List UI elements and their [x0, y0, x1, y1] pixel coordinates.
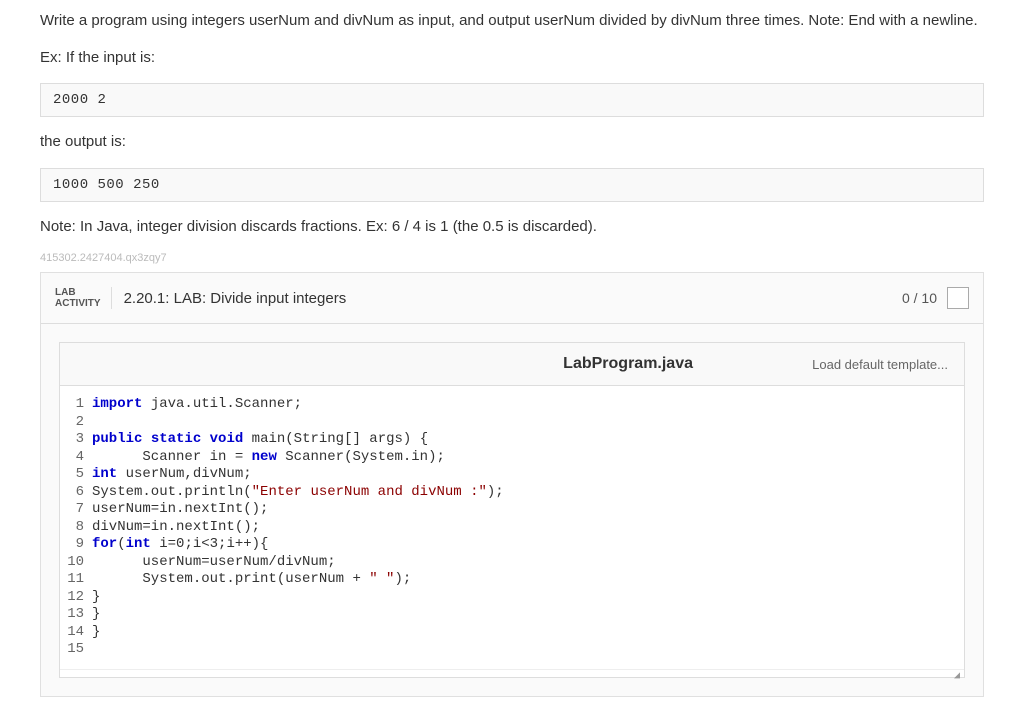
editor-resize-handle[interactable]: ◢ — [60, 669, 964, 677]
load-default-template-button[interactable]: Load default template... — [812, 357, 948, 372]
code-content[interactable]: } — [92, 624, 100, 642]
editor-line[interactable]: 6System.out.println("Enter userNum and d… — [60, 484, 964, 502]
code-content[interactable]: } — [92, 589, 100, 607]
editor-line[interactable]: 3public static void main(String[] args) … — [60, 431, 964, 449]
instruction-p1: Write a program using integers userNum a… — [40, 10, 984, 33]
lab-panel: LAB ACTIVITY 2.20.1: LAB: Divide input i… — [40, 272, 984, 697]
editor-filename: LabProgram.java — [444, 355, 812, 373]
line-number: 9 — [60, 536, 92, 554]
code-content[interactable]: System.out.print(userNum + " "); — [92, 571, 411, 589]
input-example-box: 2000 2 — [40, 83, 984, 117]
line-number: 11 — [60, 571, 92, 589]
code-content[interactable]: int userNum,divNum; — [92, 466, 252, 484]
editor-wrap: LabProgram.java Load default template...… — [41, 324, 983, 696]
line-number: 2 — [60, 414, 92, 432]
lab-tag-line1: LAB — [55, 287, 101, 298]
line-number: 4 — [60, 449, 92, 467]
code-content[interactable]: for(int i=0;i<3;i++){ — [92, 536, 268, 554]
editor-line[interactable]: 9for(int i=0;i<3;i++){ — [60, 536, 964, 554]
line-number: 15 — [60, 641, 92, 659]
lab-title: 2.20.1: LAB: Divide input integers — [124, 287, 902, 309]
output-example-box: 1000 500 250 — [40, 168, 984, 202]
lab-score-text: 0 / 10 — [902, 290, 937, 306]
editor-line[interactable]: 11 System.out.print(userNum + " "); — [60, 571, 964, 589]
editor-line[interactable]: 13} — [60, 606, 964, 624]
line-number: 10 — [60, 554, 92, 572]
editor-line[interactable]: 2 — [60, 414, 964, 432]
editor-line[interactable]: 12} — [60, 589, 964, 607]
instruction-p4: Note: In Java, integer division discards… — [40, 216, 984, 239]
watermark-text: 415302.2427404.qx3zqy7 — [40, 252, 984, 264]
lab-score-block: 0 / 10 — [902, 287, 969, 309]
line-number: 14 — [60, 624, 92, 642]
line-number: 13 — [60, 606, 92, 624]
code-content[interactable]: divNum=in.nextInt(); — [92, 519, 260, 537]
code-content[interactable]: userNum=userNum/divNum; — [92, 554, 336, 572]
code-content[interactable]: import java.util.Scanner; — [92, 396, 302, 414]
line-number: 5 — [60, 466, 92, 484]
score-checkbox[interactable] — [947, 287, 969, 309]
code-content[interactable]: public static void main(String[] args) { — [92, 431, 428, 449]
instruction-p2: Ex: If the input is: — [40, 47, 984, 70]
editor-line[interactable]: 15 — [60, 641, 964, 659]
editor-line[interactable]: 4 Scanner in = new Scanner(System.in); — [60, 449, 964, 467]
editor-line[interactable]: 7userNum=in.nextInt(); — [60, 501, 964, 519]
line-number: 6 — [60, 484, 92, 502]
editor-line[interactable]: 10 userNum=userNum/divNum; — [60, 554, 964, 572]
code-editor[interactable]: 1import java.util.Scanner;23public stati… — [59, 385, 965, 678]
line-number: 3 — [60, 431, 92, 449]
editor-line[interactable]: 5int userNum,divNum; — [60, 466, 964, 484]
code-content[interactable]: System.out.println("Enter userNum and di… — [92, 484, 504, 502]
instructions-block: Write a program using integers userNum a… — [40, 10, 984, 238]
editor-line[interactable]: 8divNum=in.nextInt(); — [60, 519, 964, 537]
editor-line[interactable]: 14} — [60, 624, 964, 642]
code-content[interactable]: Scanner in = new Scanner(System.in); — [92, 449, 445, 467]
editor-lines[interactable]: 1import java.util.Scanner;23public stati… — [60, 386, 964, 669]
lab-header: LAB ACTIVITY 2.20.1: LAB: Divide input i… — [41, 273, 983, 324]
line-number: 1 — [60, 396, 92, 414]
code-content[interactable]: userNum=in.nextInt(); — [92, 501, 268, 519]
instruction-p3: the output is: — [40, 131, 984, 154]
line-number: 7 — [60, 501, 92, 519]
line-number: 12 — [60, 589, 92, 607]
line-number: 8 — [60, 519, 92, 537]
lab-tag: LAB ACTIVITY — [55, 287, 112, 309]
code-content[interactable]: } — [92, 606, 100, 624]
editor-line[interactable]: 1import java.util.Scanner; — [60, 396, 964, 414]
lab-tag-line2: ACTIVITY — [55, 298, 101, 309]
editor-header: LabProgram.java Load default template... — [59, 342, 965, 385]
